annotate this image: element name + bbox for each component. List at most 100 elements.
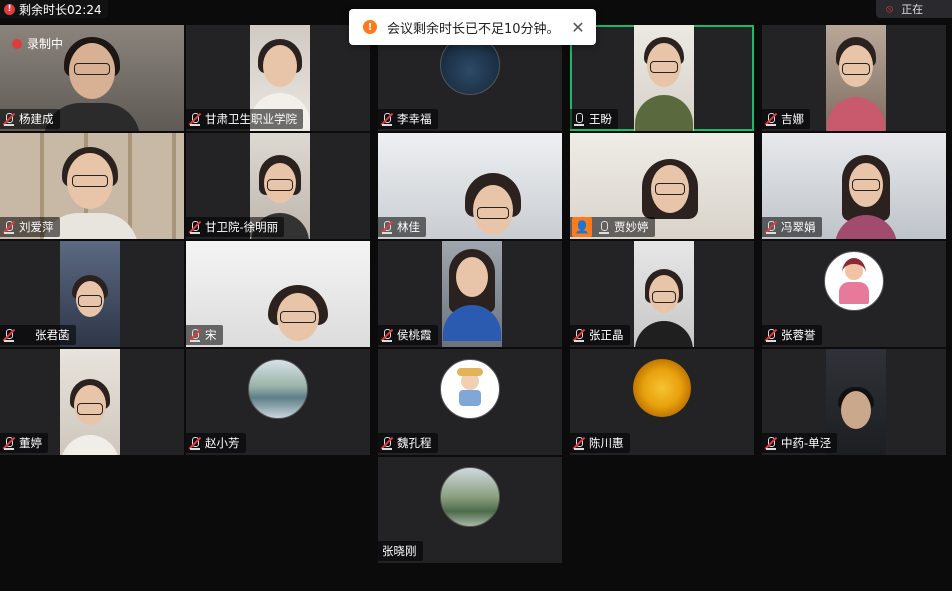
mic-muted-icon: [188, 220, 202, 234]
mic-muted-icon: [380, 112, 394, 126]
participant-tile[interactable]: 董婷: [0, 349, 184, 455]
participant-name-bar: 侯桃霞: [378, 325, 438, 345]
participant-tile[interactable]: 张君菡: [0, 241, 184, 347]
participant-name-bar: 张晓刚: [378, 541, 423, 561]
recording-indicator: 录制中: [12, 35, 63, 52]
mic-muted-icon: [764, 328, 778, 342]
mic-muted-icon: [764, 220, 778, 234]
mic-on-icon: [597, 220, 611, 234]
participant-tile[interactable]: 刘爱萍: [0, 133, 184, 239]
participant-name: 杨建成: [19, 112, 54, 126]
participant-name: 侯桃霞: [397, 328, 432, 342]
participant-name: 张君菡: [35, 328, 70, 342]
participant-name: 甘肃卫生职业学院: [205, 112, 297, 126]
participant-name-bar: 赵小芳: [186, 433, 246, 453]
participant-tile[interactable]: 甘卫院-徐明丽: [186, 133, 370, 239]
participant-name-bar: 宋: [186, 325, 223, 345]
participant-tile[interactable]: 录制中 杨建成: [0, 25, 184, 131]
participant-name-bar: 张正晶: [570, 325, 630, 345]
participant-name: 董婷: [19, 436, 42, 450]
participant-name: 赵小芳: [205, 436, 240, 450]
participant-name-bar: 魏孔程: [378, 433, 438, 453]
participant-name-bar: 林佳: [378, 217, 426, 237]
participant-name: 刘爱萍: [19, 220, 54, 234]
participant-name: 张晓刚: [382, 544, 417, 558]
participant-tile[interactable]: 张蓉誉: [762, 241, 946, 347]
participant-name-bar: 陈川惠: [570, 433, 630, 453]
participant-tile[interactable]: 中药-单泾: [762, 349, 946, 455]
participant-name-bar: 董婷: [0, 433, 48, 453]
mic-off-icon: ⦸: [886, 2, 894, 15]
participant-name-bar: 张蓉誉: [762, 325, 822, 345]
remaining-time-text: 剩余时长02:24: [19, 2, 102, 17]
participant-tile[interactable]: 魏孔程: [378, 349, 562, 455]
participant-name-bar: 吉娜: [762, 109, 810, 129]
participant-name-bar: 冯翠娟: [762, 217, 822, 237]
participant-name-bar: 李幸福: [378, 109, 438, 129]
participant-name: 贾妙婷: [614, 220, 649, 234]
mic-muted-icon: [188, 328, 202, 342]
meeting-time-warning-toast: ! 会议剩余时长已不足10分钟。 ✕: [349, 9, 596, 45]
mic-muted-icon: [2, 220, 16, 234]
participant-tile[interactable]: 甘肃卫生职业学院: [186, 25, 370, 131]
participant-avatar: [824, 251, 884, 311]
participant-name-bar: 杨建成: [0, 109, 60, 129]
remaining-time-indicator: ! 剩余时长02:24: [0, 0, 108, 18]
mic-muted-icon: [380, 328, 394, 342]
recording-label: 录制中: [27, 37, 64, 51]
participant-name: 宋: [205, 328, 217, 342]
participant-tile[interactable]: 张正晶: [570, 241, 754, 347]
participant-tile[interactable]: 宋: [186, 241, 370, 347]
mic-muted-icon: [2, 328, 16, 342]
participant-name-bar: 甘卫院-徐明丽: [186, 217, 285, 237]
participant-name: 冯翠娟: [781, 220, 816, 234]
participant-name-bar: 刘爱萍: [0, 217, 60, 237]
participant-name: 甘卫院-徐明丽: [205, 220, 279, 234]
participant-tile[interactable]: 林佳: [378, 133, 562, 239]
mic-on-icon: [572, 112, 586, 126]
close-icon[interactable]: ✕: [566, 18, 590, 37]
mic-muted-icon: [2, 112, 16, 126]
mic-muted-icon: [188, 112, 202, 126]
participant-name: 张蓉誉: [781, 328, 816, 342]
participant-name-bar: 王盼: [570, 109, 618, 129]
mic-muted-icon: [380, 220, 394, 234]
participant-tile[interactable]: 👤 贾妙婷: [570, 133, 754, 239]
participant-avatar: [248, 359, 308, 419]
participant-name: 中药-单泾: [781, 436, 832, 450]
participant-name-bar: 张君菡: [0, 325, 76, 345]
top-right-status[interactable]: ⦸ 正在: [876, 0, 952, 18]
participant-name: 李幸福: [397, 112, 432, 126]
participant-name: 陈川惠: [589, 436, 624, 450]
mic-muted-icon: [764, 112, 778, 126]
participant-tile[interactable]: 赵小芳: [186, 349, 370, 455]
participant-tile[interactable]: 张晓刚: [378, 457, 562, 563]
mic-muted-icon: [380, 436, 394, 450]
warning-icon: !: [363, 20, 377, 34]
participant-avatar: [440, 359, 500, 419]
mic-muted-icon: [572, 436, 586, 450]
participant-name: 林佳: [397, 220, 420, 234]
participant-name-bar: 甘肃卫生职业学院: [186, 109, 303, 129]
participant-tile[interactable]: 吉娜: [762, 25, 946, 131]
participant-avatar: [440, 467, 500, 527]
participant-avatar: [633, 359, 691, 417]
top-right-text: 正在: [901, 3, 924, 16]
mic-muted-icon: [572, 328, 586, 342]
participant-tile[interactable]: 陈川惠: [570, 349, 754, 455]
participant-name-bar: 中药-单泾: [762, 433, 838, 453]
participant-name: 张正晶: [589, 328, 624, 342]
alert-icon: !: [4, 3, 15, 15]
record-icon: [12, 38, 22, 49]
host-icon: 👤: [572, 217, 592, 237]
participant-name: 吉娜: [781, 112, 804, 126]
toast-message: 会议剩余时长已不足10分钟。: [387, 21, 560, 37]
participant-tile-active-speaker[interactable]: 王盼: [570, 25, 754, 131]
participant-tile[interactable]: 冯翠娟: [762, 133, 946, 239]
participant-tile[interactable]: 侯桃霞: [378, 241, 562, 347]
participant-name-bar: 👤 贾妙婷: [570, 217, 655, 237]
mic-muted-icon: [764, 436, 778, 450]
participant-name: 魏孔程: [397, 436, 432, 450]
participant-name: 王盼: [589, 112, 612, 126]
mic-muted-icon: [2, 436, 16, 450]
